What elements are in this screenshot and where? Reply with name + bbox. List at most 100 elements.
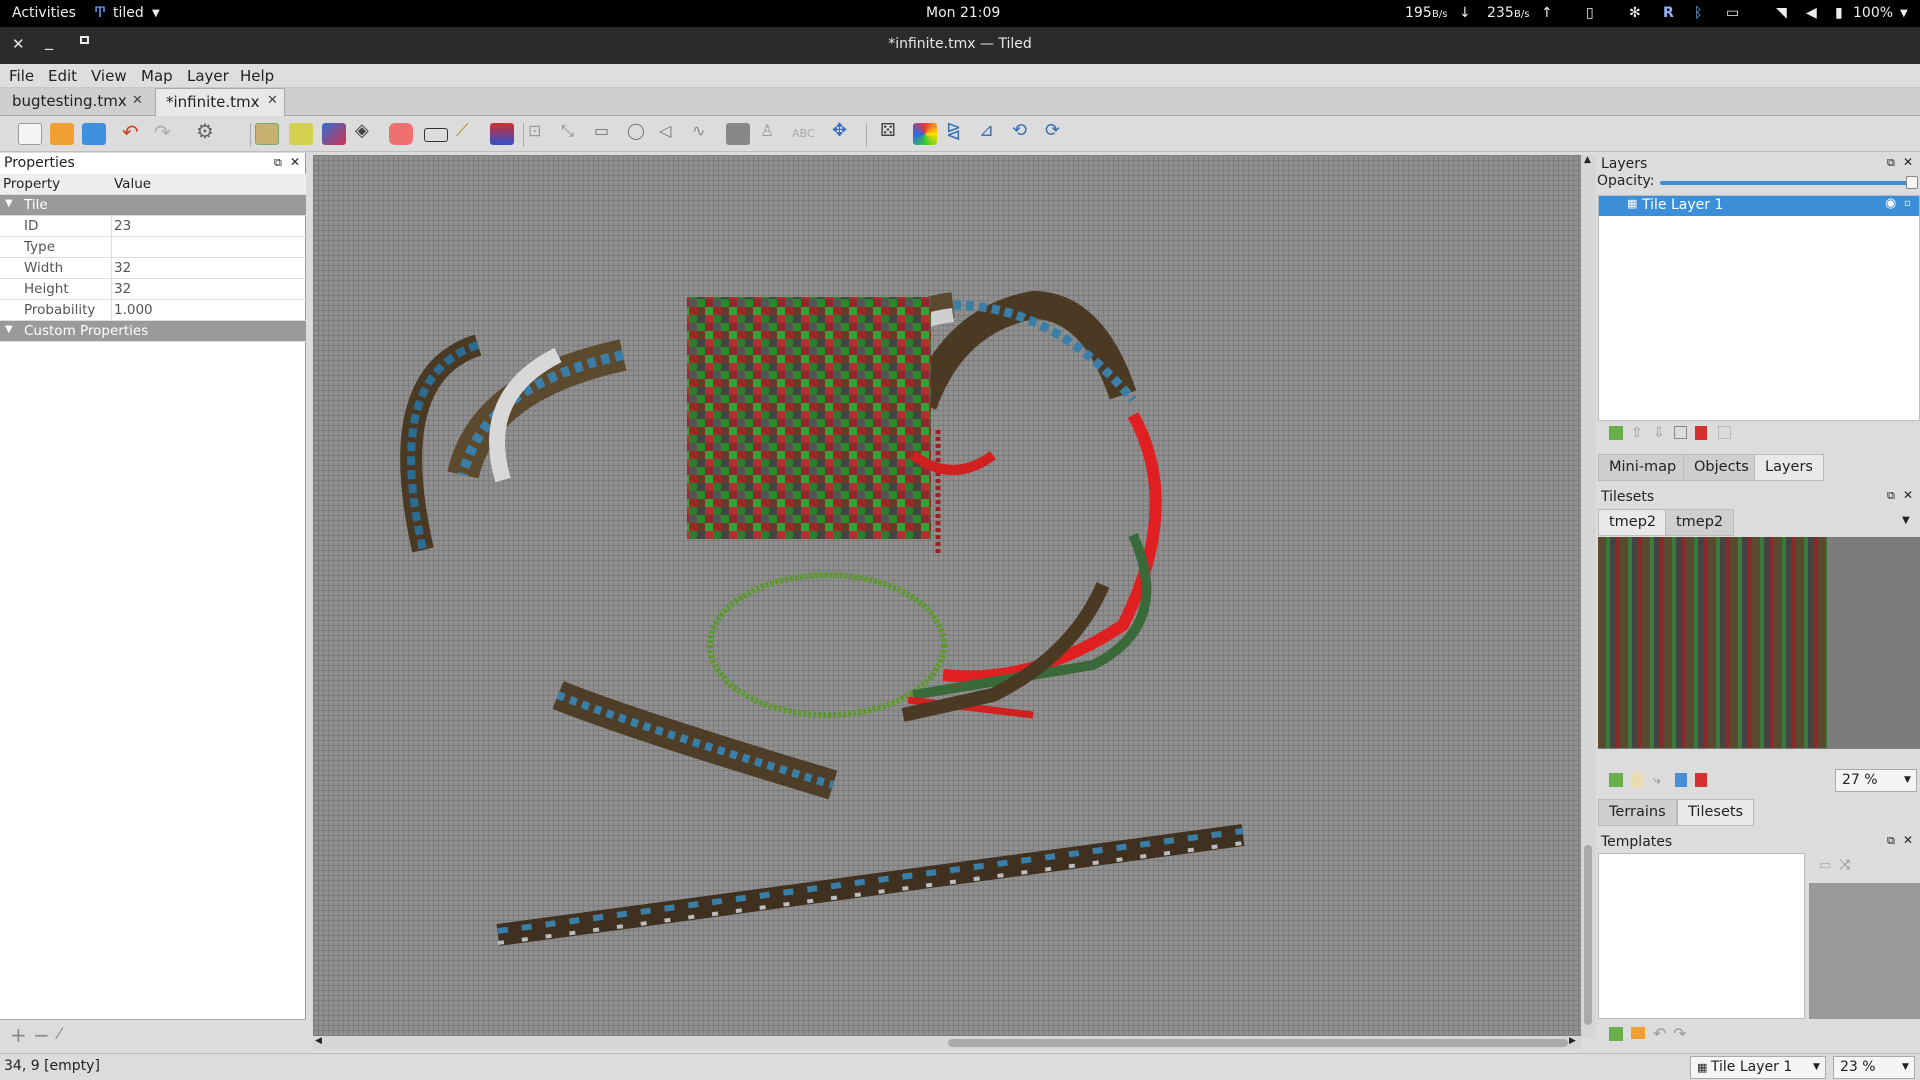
magic-wand-icon[interactable]: ⟋ [456, 120, 480, 142]
redo-icon[interactable]: ↷ [154, 120, 178, 144]
float-icon[interactable]: ⧉ [274, 156, 282, 170]
property-row[interactable]: Height 32 [0, 279, 306, 300]
eye-icon[interactable]: ◉ [1885, 196, 1896, 211]
close-icon[interactable]: ✕ [132, 93, 143, 108]
rename-property-icon[interactable]: ⁄ [58, 1024, 61, 1043]
select-template-icon[interactable]: ⤨ [1839, 857, 1850, 873]
edit-polygons-icon[interactable]: ⤡ [561, 121, 585, 143]
bluetooth-icon[interactable]: ᛒ [1694, 5, 1702, 21]
stamp-brush-icon[interactable] [255, 123, 279, 145]
gear-icon[interactable]: ✻ [1629, 5, 1641, 21]
insert-polygon-icon[interactable]: ◁ [659, 121, 683, 143]
map-zoom-combo[interactable]: 23 % ▼ [1833, 1056, 1915, 1079]
menu-help[interactable]: Help [240, 67, 274, 85]
wang-brush-icon[interactable] [322, 123, 346, 145]
tab-bugtesting[interactable]: bugtesting.tmx [2, 88, 137, 116]
select-objects-icon[interactable]: ⊡ [528, 121, 552, 143]
map-canvas[interactable] [313, 155, 1581, 1036]
scrollbar-thumb[interactable] [1584, 845, 1592, 1025]
property-row[interactable]: Width 32 [0, 258, 306, 279]
float-icon[interactable]: ⧉ [1887, 156, 1895, 170]
redo-icon[interactable]: ↷ [1673, 1024, 1686, 1043]
scroll-up-icon[interactable]: ▲ [1584, 155, 1591, 165]
tileset-image[interactable] [1598, 537, 1827, 748]
value-column-header[interactable]: Value [114, 176, 151, 192]
menu-file[interactable]: File [9, 67, 34, 85]
property-column-header[interactable]: Property [3, 176, 60, 192]
import-tileset-icon[interactable] [1631, 773, 1643, 787]
rotate-right-icon[interactable]: ⟳ [1045, 120, 1069, 142]
tileset-tab-2[interactable]: tmep2 [1665, 509, 1735, 536]
close-icon[interactable]: ✕ [1903, 833, 1913, 847]
tileset-zoom-combo[interactable]: 27 % ▼ [1835, 769, 1917, 792]
battery-percent[interactable]: 100% [1853, 5, 1893, 21]
image-icon[interactable]: ▭ [1819, 858, 1831, 873]
tab-tilesets[interactable]: Tilesets [1677, 799, 1755, 826]
insert-tile-icon[interactable] [726, 123, 750, 145]
float-icon[interactable]: ⧉ [1887, 834, 1895, 848]
new-map-icon[interactable] [18, 123, 42, 145]
opacity-slider-handle[interactable] [1906, 176, 1918, 189]
lock-icon[interactable]: ▫ [1904, 198, 1911, 209]
remove-tileset-icon[interactable] [1695, 773, 1707, 787]
templates-list[interactable] [1598, 853, 1805, 1019]
undo-icon[interactable]: ↶ [122, 120, 146, 144]
volume-icon[interactable]: ◀ [1806, 5, 1817, 21]
group-custom-properties[interactable]: ▼ Custom Properties [0, 321, 306, 342]
scroll-right-icon[interactable]: ▶ [1569, 1036, 1576, 1046]
insert-polyline-icon[interactable]: ∿ [692, 121, 716, 143]
layer-select-combo[interactable]: ▦ Tile Layer 1 ▼ [1690, 1056, 1826, 1079]
group-tile[interactable]: ▼ Tile [0, 195, 306, 216]
new-template-icon[interactable] [1609, 1027, 1623, 1041]
move-icon[interactable]: ✥ [832, 120, 856, 142]
add-layer-icon[interactable] [1609, 426, 1623, 440]
property-row[interactable]: Probability 1.000 [0, 300, 306, 321]
scroll-left-icon[interactable]: ◀ [315, 1036, 322, 1046]
rectangular-select-icon[interactable] [424, 128, 448, 142]
bucket-fill-icon[interactable]: ◈ [355, 120, 379, 142]
menu-layer[interactable]: Layer [187, 67, 229, 85]
layer-row-tile-layer-1[interactable]: ▦ Tile Layer 1 ◉ ▫ [1599, 196, 1919, 216]
property-row[interactable]: ID 23 [0, 216, 306, 237]
close-icon[interactable]: ✕ [290, 155, 300, 169]
tab-layers[interactable]: Layers [1754, 454, 1824, 481]
remove-property-icon[interactable]: − [33, 1023, 50, 1047]
float-icon[interactable]: ⧉ [1887, 489, 1895, 503]
terrain-brush-icon[interactable] [289, 123, 313, 145]
add-property-icon[interactable]: + [10, 1023, 27, 1047]
duplicate-layer-icon[interactable] [1674, 426, 1687, 439]
clipboard-icon[interactable]: ▯ [1586, 5, 1594, 21]
eraser-icon[interactable] [389, 123, 413, 145]
flip-horizontal-icon[interactable]: ⧎ [946, 120, 970, 142]
tab-minimap[interactable]: Mini-map [1598, 454, 1688, 481]
menu-view[interactable]: View [91, 67, 127, 85]
menu-edit[interactable]: Edit [48, 67, 77, 85]
close-icon[interactable]: ✕ [1903, 155, 1913, 169]
menu-map[interactable]: Map [141, 67, 173, 85]
insert-template-icon[interactable]: ♙ [760, 121, 784, 143]
chevron-down-icon[interactable]: ▼ [1902, 515, 1910, 526]
lower-layer-icon[interactable]: ⇩ [1653, 425, 1665, 441]
flip-vertical-icon[interactable]: ⊿ [979, 120, 1003, 142]
open-template-icon[interactable] [1631, 1027, 1645, 1039]
tab-infinite[interactable]: *infinite.tmx [155, 88, 285, 116]
close-icon[interactable]: ✕ [267, 93, 278, 108]
tileset-view[interactable] [1598, 537, 1920, 749]
random-mode-icon[interactable]: ⚄ [880, 120, 904, 142]
undo-icon[interactable]: ↶ [1653, 1024, 1666, 1043]
gear-icon[interactable]: ⚙ [196, 119, 220, 143]
export-tileset-icon[interactable]: ⤷ [1653, 772, 1661, 788]
wang-fill-icon[interactable] [913, 123, 937, 145]
tab-terrains[interactable]: Terrains [1598, 799, 1677, 826]
wifi-icon[interactable]: ◥ [1776, 5, 1787, 21]
vertical-scrollbar[interactable]: ▲ [1581, 155, 1596, 1038]
delete-layer-icon[interactable] [1695, 426, 1707, 440]
horizontal-scrollbar[interactable]: ◀ ▶ [313, 1036, 1581, 1050]
tileset-tab-1[interactable]: tmep2 [1598, 509, 1668, 536]
insert-rectangle-icon[interactable]: ▭ [594, 121, 618, 143]
save-icon[interactable] [82, 123, 106, 145]
close-icon[interactable]: ✕ [1903, 488, 1913, 502]
insert-text-icon[interactable]: ABC [792, 127, 816, 149]
edit-tileset-icon[interactable] [1675, 773, 1687, 787]
monitor-icon[interactable]: ▭ [1726, 5, 1739, 21]
